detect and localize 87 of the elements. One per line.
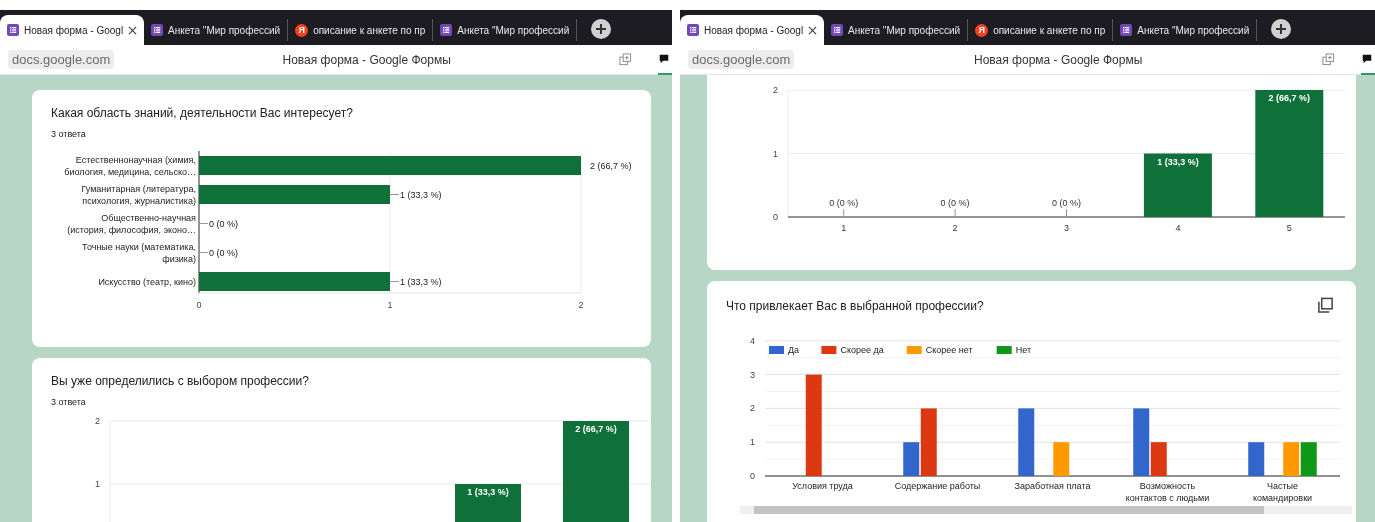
category-label: 1 <box>841 223 847 233</box>
value-label: 0 (0 %) <box>940 198 970 208</box>
browser-tab[interactable]: Анкета "Мир профессий <box>824 19 969 41</box>
url-field[interactable]: docs.google.com <box>688 50 795 69</box>
yandex-icon: Я <box>975 23 989 37</box>
category-label: Гуманитарная (литература, психология, журналистика) <box>81 183 196 206</box>
close-icon[interactable] <box>808 25 818 35</box>
url-field[interactable]: docs.google.com <box>8 50 115 69</box>
forms-icon <box>687 24 699 36</box>
axis-label: 0 <box>196 300 202 310</box>
axis-label: 1 <box>773 148 778 159</box>
category-label: 3 <box>1064 223 1069 233</box>
forms-icon <box>440 24 453 36</box>
tabs-icon[interactable] <box>1322 53 1335 66</box>
question-title: Что привлекает Вас в выбранной профессии? <box>726 298 984 313</box>
axis-label: 1 <box>750 437 755 448</box>
forms-icon <box>1120 24 1133 36</box>
chat-icon[interactable] <box>1361 52 1373 65</box>
axis-label: 2 <box>578 300 584 310</box>
close-icon[interactable] <box>128 25 138 35</box>
horizontal-scrollbar[interactable] <box>740 506 1352 514</box>
category-label: Возможность контактов с людьми <box>1125 481 1210 503</box>
value-label: 1 (33,3 %) <box>400 189 442 200</box>
axis-label: 2 <box>773 85 778 95</box>
value-label: 1 (33,3 %) <box>400 276 442 287</box>
axis-label: 1 <box>387 300 393 310</box>
yandex-icon: Я <box>295 23 309 37</box>
browser-tab[interactable]: Я описание к анкете по пр <box>288 19 434 41</box>
copy-icon[interactable] <box>1317 297 1334 314</box>
page-title: Новая форма - Google Формы <box>973 52 1144 67</box>
category-label: 2 <box>952 223 958 233</box>
category-label: Искусство (театр, кино) <box>98 276 196 287</box>
page-title: Новая форма - Google Формы <box>281 52 452 67</box>
tabs-icon[interactable] <box>619 53 632 66</box>
response-count: 3 ответа <box>51 129 87 139</box>
value-label: 2 (66,7 %) <box>575 424 617 434</box>
category-label: Точные науки (математика, физика) <box>82 241 196 264</box>
axis-label: 0 <box>773 212 778 222</box>
chart-bar <box>1283 442 1300 476</box>
chart-bar <box>1248 442 1265 476</box>
category-label: Условия труда <box>792 481 853 491</box>
category-label: Содержание работы <box>894 481 981 491</box>
value-label: 2 (66,7 %) <box>1268 93 1311 103</box>
response-count: 3 ответа <box>51 397 87 407</box>
axis-label: 4 <box>750 335 755 346</box>
axis-label: 3 <box>750 369 755 380</box>
scrollbar-thumb[interactable] <box>754 506 1264 514</box>
forms-icon <box>7 24 19 36</box>
value-label: 2 (66,7 %) <box>590 160 632 171</box>
value-label: 0 (0 %) <box>209 218 238 229</box>
legend-label: Скорее нет <box>925 345 973 355</box>
browser-tab[interactable]: Анкета "Мир профессий <box>144 19 289 41</box>
value-label: 0 (0 %) <box>1052 198 1081 208</box>
chart-bar <box>1018 408 1035 476</box>
plus-icon[interactable] <box>591 19 612 39</box>
category-label: 4 <box>1175 223 1181 233</box>
browser-tab[interactable]: Новая форма - Googl <box>0 15 145 45</box>
axis-label: 0 <box>750 471 755 481</box>
axis-label: 2 <box>95 416 100 426</box>
category-label: Заработная плата <box>1014 481 1091 491</box>
value-label: 0 (0 %) <box>209 247 238 258</box>
category-label: Общественно-научная (история, философия, эконо… <box>67 212 196 235</box>
chart-bar <box>1053 442 1070 476</box>
legend-label: Нет <box>1015 345 1032 355</box>
legend-label: Скорее да <box>840 345 884 355</box>
forms-icon <box>831 24 844 36</box>
plus-icon[interactable] <box>1271 19 1292 39</box>
value-label: 1 (33,3 %) <box>467 487 509 497</box>
question-title: Вы уже определились с выбором профессии? <box>51 374 309 388</box>
legend-label: Да <box>788 345 800 355</box>
browser-tab[interactable]: Анкета "Мир профессий <box>1113 19 1258 41</box>
forms-icon <box>151 24 164 36</box>
value-label: 0 (0 %) <box>829 198 859 208</box>
browser-tab[interactable]: Я описание к анкете по пр <box>968 19 1114 41</box>
chat-icon[interactable] <box>658 52 670 65</box>
question-title: Какая область знаний, деятельности Вас интересует? <box>51 106 353 120</box>
category-label: Частые командировки <box>1252 481 1313 503</box>
browser-tab[interactable]: Анкета "Мир профессий <box>433 19 578 41</box>
browser-tab[interactable]: Новая форма - Googl <box>680 15 825 45</box>
chart-bar <box>1143 153 1212 217</box>
category-label: 5 <box>1286 223 1292 233</box>
value-label: 1 (33,3 %) <box>1157 156 1199 167</box>
chart-bar <box>455 484 521 522</box>
axis-label: 2 <box>750 403 755 414</box>
axis-label: 1 <box>95 479 100 489</box>
category-label: Естественнонаучная (химия, биология, медицина, сельско… <box>64 154 196 177</box>
chart-bar <box>1300 442 1317 476</box>
